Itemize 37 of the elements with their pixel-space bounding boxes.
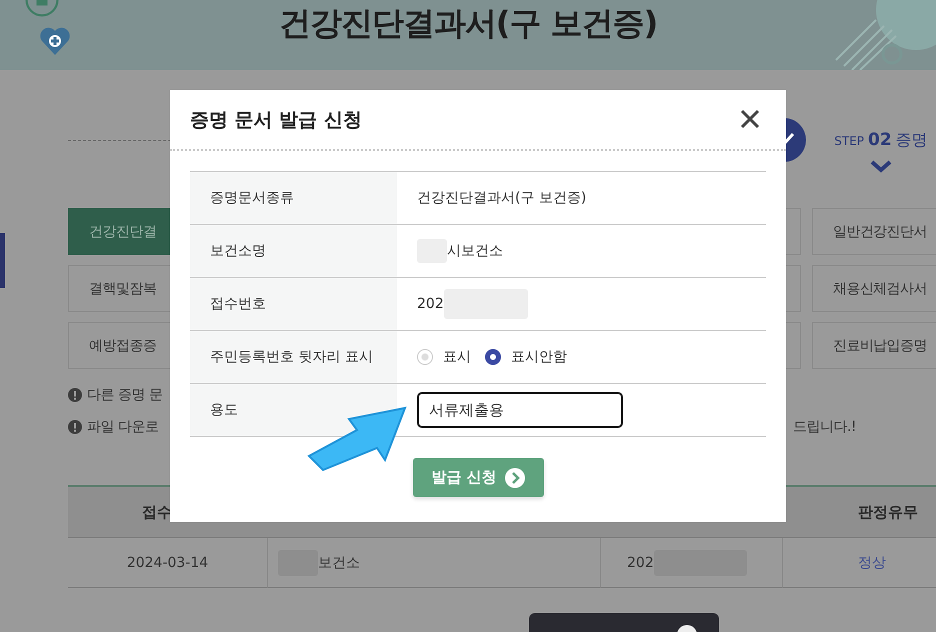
heart-icon — [39, 26, 71, 56]
step-label: STEP — [834, 134, 864, 148]
exclamation-icon — [68, 420, 82, 434]
table-cell: 2024-03-14 — [68, 538, 268, 588]
field-label: 주민등록번호 뒷자리 표시 — [190, 331, 397, 383]
document-tab[interactable]: 일반건강진단서 — [812, 208, 936, 255]
close-button[interactable] — [740, 108, 762, 130]
notice-text: 다른 증명 문 — [87, 386, 162, 404]
field-label: 보건소명 — [190, 225, 397, 277]
sidebar-indicator — [0, 233, 5, 288]
column-header: 판정유무 — [783, 487, 936, 538]
field-label: 용도 — [190, 384, 397, 436]
chevron-circle-icon — [504, 468, 525, 488]
close-icon — [740, 108, 760, 128]
radio-button[interactable] — [485, 349, 501, 365]
radio-label: 표시안함 — [511, 348, 567, 366]
field-label: 증명문서종류 — [190, 172, 397, 224]
document-tab[interactable]: 진료비납입증명 — [812, 322, 936, 369]
table-cell: 보건소 — [318, 554, 360, 572]
chevron-down-icon — [870, 160, 892, 173]
field-label: 접수번호 — [190, 278, 397, 330]
document-tab[interactable]: 채용신체검사서 — [812, 265, 936, 312]
field-value: 시보건소 — [447, 242, 503, 260]
page-title: 건강진단결과서(구 보건증) — [278, 3, 658, 44]
exclamation-icon — [68, 388, 82, 402]
field-value: 202 — [417, 296, 444, 312]
submit-button[interactable]: 발급 신청 — [412, 458, 544, 497]
dialog-title: 증명 문서 발급 신청 — [190, 108, 362, 132]
input-field[interactable]: 서류제출용 — [417, 392, 623, 428]
result-link[interactable]: 정상 — [783, 538, 936, 588]
notice-text: 드립니다.! — [792, 418, 856, 436]
notice-text: 파일 다운로 — [87, 418, 158, 436]
field-value: 건강진단결과서(구 보건증) — [417, 189, 586, 207]
table-cell: 202 — [627, 554, 654, 570]
radio-label: 표시 — [443, 348, 471, 366]
step-number: 02 — [868, 130, 892, 150]
step-title: 증명 — [896, 130, 928, 151]
